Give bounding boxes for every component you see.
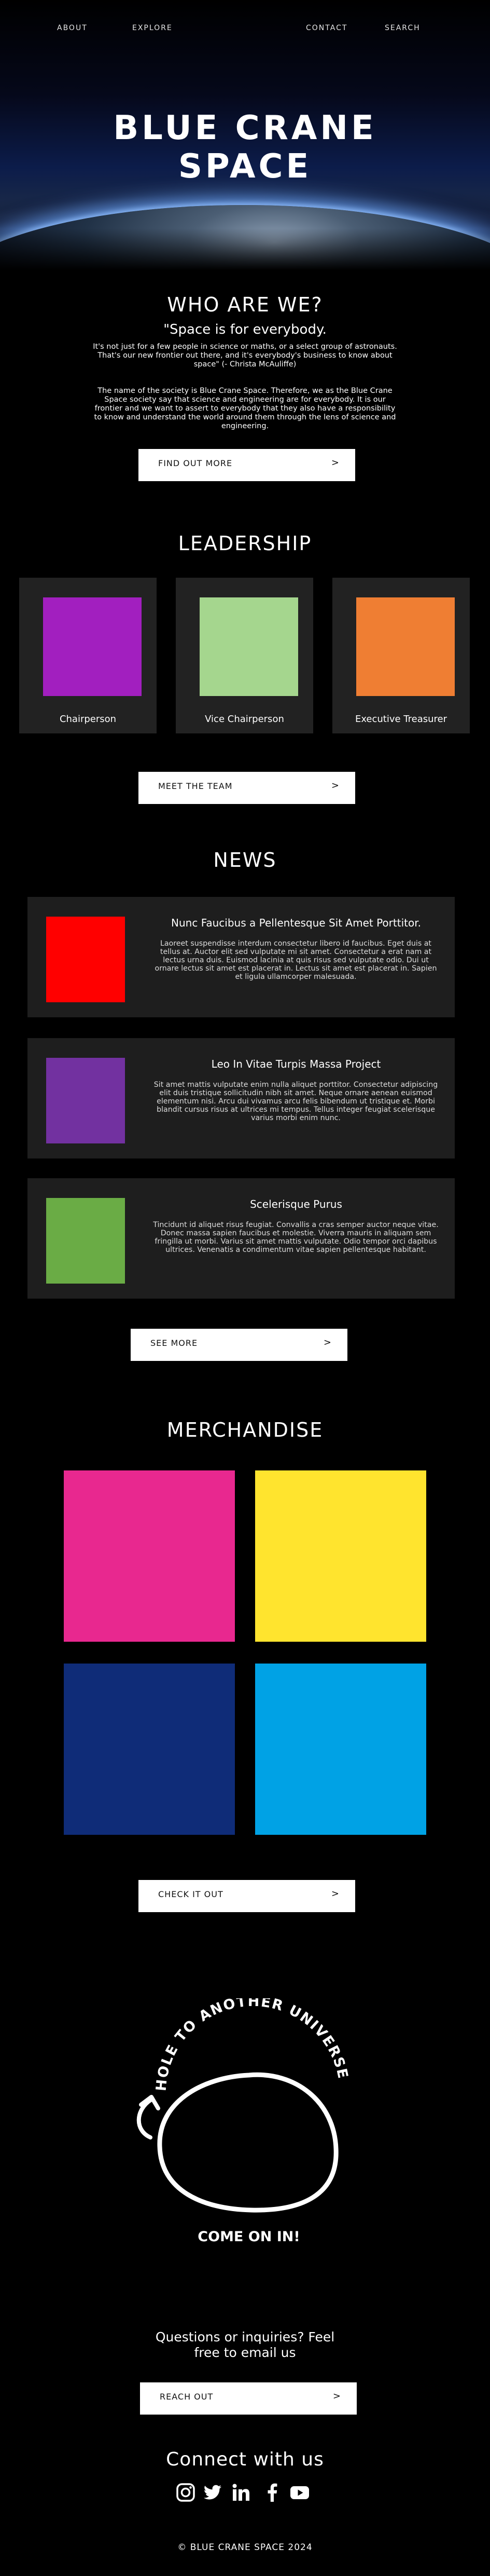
who-quote: "Space is for everybody. xyxy=(163,322,327,337)
arrow-right-icon: > xyxy=(332,2391,341,2402)
news-excerpt: Tincidunt id aliquet risus feugiat. Conv… xyxy=(153,1221,439,1254)
leader-photo xyxy=(356,597,455,696)
who-quote-body: It's not just for a few people in scienc… xyxy=(93,343,397,369)
twitter-icon[interactable] xyxy=(202,2482,223,2503)
reach-out-button[interactable]: REACH OUT > xyxy=(140,2382,357,2415)
hole-to-another-universe-illustration: HOLE TO ANOTHER UNIVERSE COME ON IN! xyxy=(136,1998,350,2245)
news-thumbnail xyxy=(46,917,125,1002)
hero-banner: ABOUT EXPLORE CONTACT SEARCH BLUE CRANE … xyxy=(0,0,490,270)
hole-circle xyxy=(157,2072,339,2213)
leadership-heading: LEADERSHIP xyxy=(178,532,312,555)
copyright-text: © BLUE CRANE SPACE 2024 xyxy=(177,2542,313,2553)
youtube-icon[interactable] xyxy=(289,2482,310,2503)
news-title: Scelerisque Purus xyxy=(250,1198,342,1210)
hole-bottom-text: COME ON IN! xyxy=(198,2229,300,2245)
news-heading: NEWS xyxy=(213,849,277,871)
nav-search-link[interactable]: SEARCH xyxy=(385,24,421,32)
leader-card[interactable]: Executive Treasurer xyxy=(332,578,470,733)
nav-contact-link[interactable]: CONTACT xyxy=(306,24,347,32)
contact-question: Questions or inquiries? Feel free to ema… xyxy=(155,2329,335,2360)
news-card[interactable]: Scelerisque Purus Tincidunt id aliquet r… xyxy=(27,1178,455,1299)
leader-card[interactable]: Chairperson xyxy=(19,578,157,733)
leader-role: Executive Treasurer xyxy=(355,714,447,725)
facebook-icon[interactable] xyxy=(262,2482,283,2503)
who-heading: WHO ARE WE? xyxy=(167,293,323,316)
see-more-button[interactable]: SEE MORE > xyxy=(131,1329,347,1361)
leader-photo xyxy=(43,597,142,696)
nav-about-link[interactable]: ABOUT xyxy=(57,24,88,32)
news-excerpt: Sit amet mattis vulputate enim nulla ali… xyxy=(153,1081,438,1122)
news-excerpt: Laoreet suspendisse interdum consectetur… xyxy=(155,939,437,981)
merch-item[interactable] xyxy=(64,1470,235,1642)
news-card[interactable]: Nunc Faucibus a Pellentesque Sit Amet Po… xyxy=(27,897,455,1017)
merch-item[interactable] xyxy=(255,1664,426,1835)
merchandise-heading: MERCHANDISE xyxy=(166,1419,324,1441)
nav-explore-link[interactable]: EXPLORE xyxy=(132,24,173,32)
arrow-right-icon: > xyxy=(331,457,340,468)
news-thumbnail xyxy=(46,1198,125,1284)
leader-role: Chairperson xyxy=(59,714,117,725)
news-title: Nunc Faucibus a Pellentesque Sit Amet Po… xyxy=(171,917,421,929)
leader-card[interactable]: Vice Chairperson xyxy=(176,578,313,733)
leader-photo xyxy=(200,597,298,696)
connect-heading: Connect with us xyxy=(166,2449,324,2470)
merch-item[interactable] xyxy=(255,1470,426,1642)
top-nav: ABOUT EXPLORE CONTACT SEARCH xyxy=(0,24,490,34)
leader-role: Vice Chairperson xyxy=(205,714,284,725)
arrow-right-icon: > xyxy=(323,1337,332,1348)
find-out-more-button[interactable]: FIND OUT MORE > xyxy=(138,449,355,481)
who-paragraph: The name of the society is Blue Crane Sp… xyxy=(94,387,396,430)
news-thumbnail xyxy=(46,1058,125,1143)
linkedin-icon[interactable] xyxy=(231,2482,251,2503)
arrow-right-icon: > xyxy=(331,1888,340,1899)
news-title: Leo In Vitae Turpis Massa Project xyxy=(211,1058,381,1070)
instagram-icon[interactable] xyxy=(175,2482,196,2503)
check-it-out-button[interactable]: CHECK IT OUT > xyxy=(138,1880,355,1912)
merch-item[interactable] xyxy=(64,1664,235,1835)
meet-the-team-button[interactable]: MEET THE TEAM > xyxy=(138,772,355,804)
hero-title: BLUE CRANE SPACE xyxy=(113,109,377,186)
news-card[interactable]: Leo In Vitae Turpis Massa Project Sit am… xyxy=(27,1038,455,1158)
arrow-right-icon: > xyxy=(331,780,340,791)
